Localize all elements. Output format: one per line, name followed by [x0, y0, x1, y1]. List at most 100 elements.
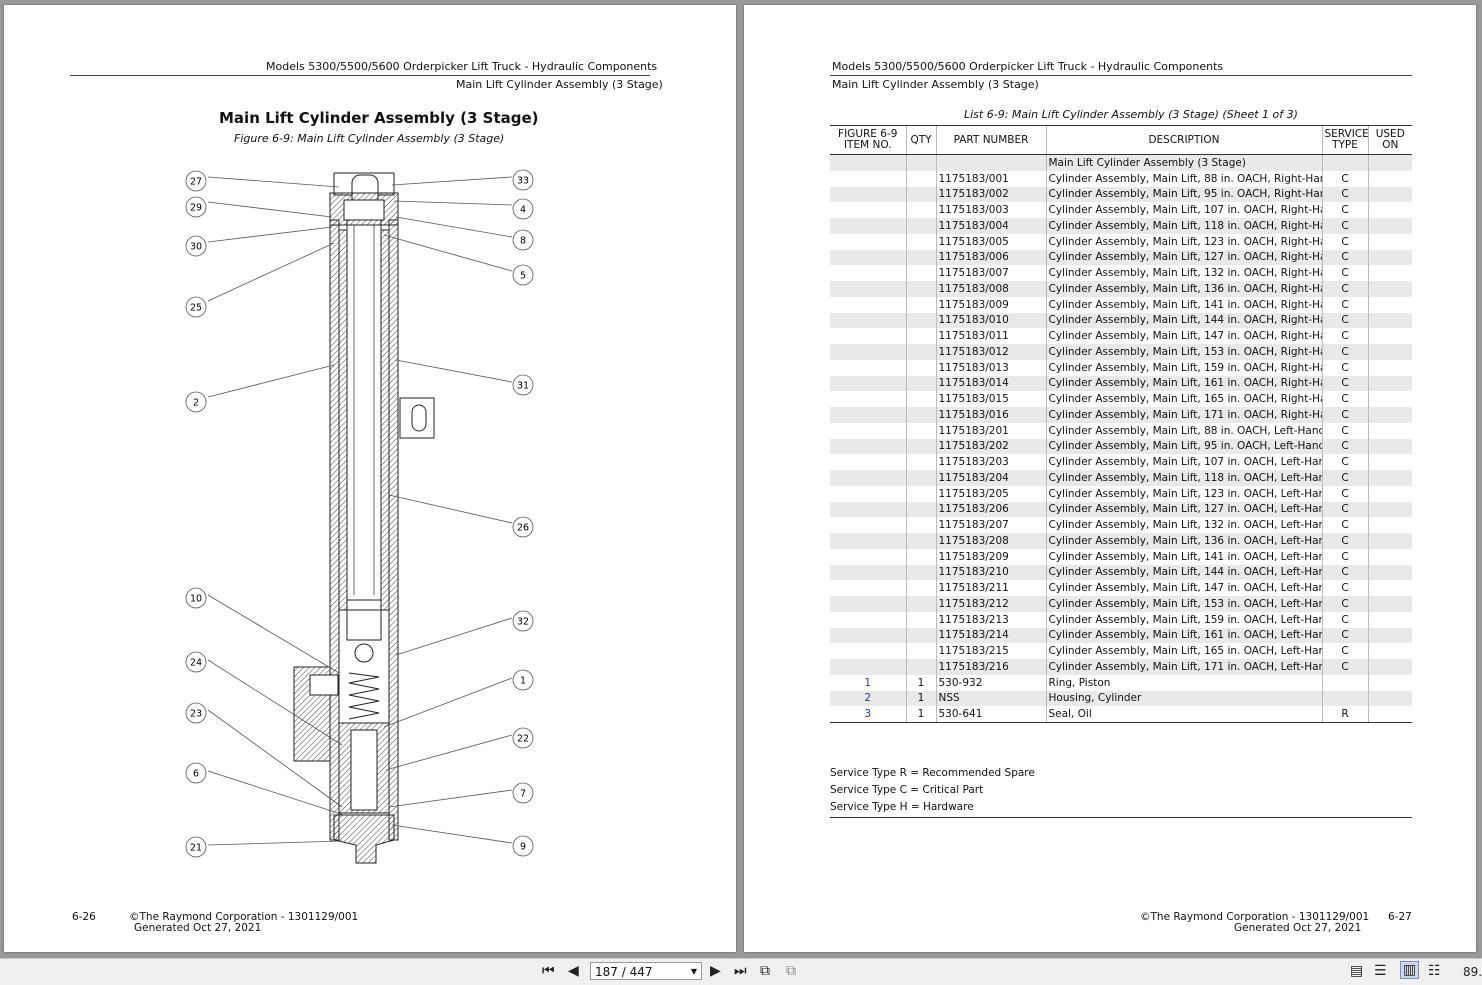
cell-description: Cylinder Assembly, Main Lift, 165 in. OA…	[1045, 643, 1322, 659]
cell-qty	[905, 312, 936, 329]
cell-part-number: 1175183/205	[935, 485, 1046, 502]
cell-part-number: 1175183/211	[935, 580, 1046, 596]
cell-used-on	[1367, 501, 1412, 518]
table-row: 1175183/206 Cylinder Assembly, Main Lift,…	[830, 501, 1412, 518]
cell-service-type: C	[1321, 391, 1368, 407]
table-row: 1175183/011 Cylinder Assembly, Main Lift,…	[830, 328, 1412, 344]
zoom-level[interactable]: 89.	[1463, 965, 1482, 979]
table-row: 1175183/203 Cylinder Assembly, Main Lift,…	[830, 454, 1412, 470]
cell-item	[830, 391, 906, 407]
cell-qty	[905, 328, 936, 344]
cell-item	[830, 549, 906, 565]
cell-part-number: 1175183/204	[935, 470, 1046, 486]
table-row: 1175183/008 Cylinder Assembly, Main Lift,…	[830, 281, 1412, 297]
callout-label: 25	[190, 303, 202, 314]
cell-item	[830, 344, 906, 360]
cell-qty	[905, 296, 936, 313]
cell-item[interactable]: 1	[830, 675, 906, 691]
last-page-icon[interactable]: ⏭	[734, 963, 747, 979]
cell-used-on	[1367, 548, 1412, 565]
page-number-input[interactable]: 187 / 447 ▼	[590, 962, 702, 980]
cell-part-number: 1175183/208	[935, 533, 1046, 549]
cell-item[interactable]: 3	[830, 706, 906, 724]
list-caption: List 6-9: Main Lift Cylinder Assembly (3…	[964, 108, 1298, 121]
cell-description: Cylinder Assembly, Main Lift, 136 in. OA…	[1045, 281, 1322, 297]
cell-description: Cylinder Assembly, Main Lift, 107 in. OA…	[1045, 454, 1322, 470]
single-page-icon[interactable]: ▤	[1350, 963, 1363, 979]
cell-service-type: C	[1321, 611, 1368, 628]
cell-item[interactable]: 2	[830, 690, 906, 707]
cell-description: Cylinder Assembly, Main Lift, 95 in. OAC…	[1045, 186, 1322, 203]
table-row: 1175183/002 Cylinder Assembly, Main Lift,…	[830, 186, 1412, 203]
viewer-toolbar: ⏮ ◀ 187 / 447 ▼ ▶ ⏭ ⧉ ⧉ ▤ ☰ ▥ ☷ 89.	[0, 958, 1482, 985]
cell-part-number: 1175183/201	[935, 422, 1046, 439]
table-row: 1175183/006 Cylinder Assembly, Main Lift,…	[830, 249, 1412, 266]
table-row: 1175183/212 Cylinder Assembly, Main Lift,…	[830, 596, 1412, 612]
cell-service-type: C	[1321, 564, 1368, 581]
table-row: 2 1 NSS Housing, Cylinder	[830, 690, 1412, 707]
cell-description: Cylinder Assembly, Main Lift, 147 in. OA…	[1045, 328, 1322, 344]
table-row: 1175183/201 Cylinder Assembly, Main Lift,…	[830, 422, 1412, 439]
note-line: Service Type C = Critical Part	[830, 784, 984, 796]
table-row: 1175183/202 Cylinder Assembly, Main Lift,…	[830, 438, 1412, 455]
fit-page-icon[interactable]: ⧉	[760, 963, 770, 979]
cell-item	[830, 407, 906, 423]
cell-qty	[905, 627, 936, 644]
cell-description: Cylinder Assembly, Main Lift, 153 in. OA…	[1045, 344, 1322, 360]
cell-service-type: C	[1321, 186, 1368, 203]
book-view-icon[interactable]: ☷	[1428, 963, 1441, 979]
cell-item	[830, 438, 906, 455]
cell-service-type: C	[1321, 454, 1368, 470]
cell-service-type: C	[1321, 202, 1368, 218]
cell-used-on	[1367, 265, 1412, 281]
table-row: Main Lift Cylinder Assembly (3 Stage)	[830, 154, 1412, 171]
cell-used-on	[1367, 470, 1412, 486]
cell-part-number: 530-932	[935, 674, 1046, 691]
cell-used-on	[1367, 328, 1412, 344]
callout-label: 2	[193, 398, 199, 409]
table-header-row: FIGURE 6-9 ITEM NO. QTY PART NUMBER DESCR…	[830, 125, 1412, 155]
cell-service-type: C	[1321, 533, 1368, 549]
cell-description: Ring, Piston	[1045, 674, 1322, 691]
next-page-icon[interactable]: ▶	[710, 963, 721, 979]
cell-part-number: 530-641	[935, 706, 1046, 724]
facing-icon[interactable]: ▥	[1400, 961, 1420, 979]
cell-service-type: C	[1321, 548, 1368, 565]
cell-description: Cylinder Assembly, Main Lift, 88 in. OAC…	[1045, 170, 1322, 187]
cell-part-number: 1175183/014	[935, 375, 1046, 392]
callout-label: 5	[520, 271, 526, 282]
cell-item	[830, 202, 906, 218]
table-row: 1175183/009 Cylinder Assembly, Main Lift,…	[830, 296, 1412, 313]
fit-width-icon[interactable]: ⧉	[786, 963, 796, 979]
cell-used-on	[1367, 281, 1412, 297]
page-header-subtitle: Main Lift Cylinder Assembly (3 Stage)	[832, 78, 1039, 91]
cell-item	[830, 312, 906, 329]
cell-item	[830, 659, 906, 675]
cell-part-number: 1175183/007	[935, 265, 1046, 281]
cell-item	[830, 486, 906, 502]
cell-description: Cylinder Assembly, Main Lift, 132 in. OA…	[1045, 265, 1322, 281]
table-row: 1175183/001 Cylinder Assembly, Main Lift,…	[830, 170, 1412, 187]
table-row: 1175183/204 Cylinder Assembly, Main Lift,…	[830, 470, 1412, 486]
prev-page-icon[interactable]: ◀	[568, 963, 579, 979]
col-header-used: USED ON	[1367, 125, 1412, 155]
continuous-icon[interactable]: ☰	[1374, 963, 1387, 979]
table-row: 1175183/211 Cylinder Assembly, Main Lift,…	[830, 580, 1412, 596]
cell-part-number: 1175183/209	[935, 548, 1046, 565]
cell-service-type: C	[1321, 249, 1368, 266]
cell-used-on	[1367, 627, 1412, 644]
cell-used-on	[1367, 611, 1412, 628]
first-page-icon[interactable]: ⏮	[542, 963, 555, 979]
chevron-down-icon[interactable]: ▼	[691, 963, 697, 981]
cell-qty	[905, 564, 936, 581]
cell-part-number: 1175183/006	[935, 249, 1046, 266]
header-rule	[830, 75, 1412, 76]
cell-description: Main Lift Cylinder Assembly (3 Stage)	[1045, 154, 1322, 171]
cell-used-on	[1367, 375, 1412, 392]
cell-used-on	[1367, 580, 1412, 596]
cell-item	[830, 501, 906, 518]
cell-qty	[905, 596, 936, 612]
cell-service-type: C	[1321, 501, 1368, 518]
cell-qty	[905, 233, 936, 250]
cell-description: Cylinder Assembly, Main Lift, 141 in. OA…	[1045, 296, 1322, 313]
